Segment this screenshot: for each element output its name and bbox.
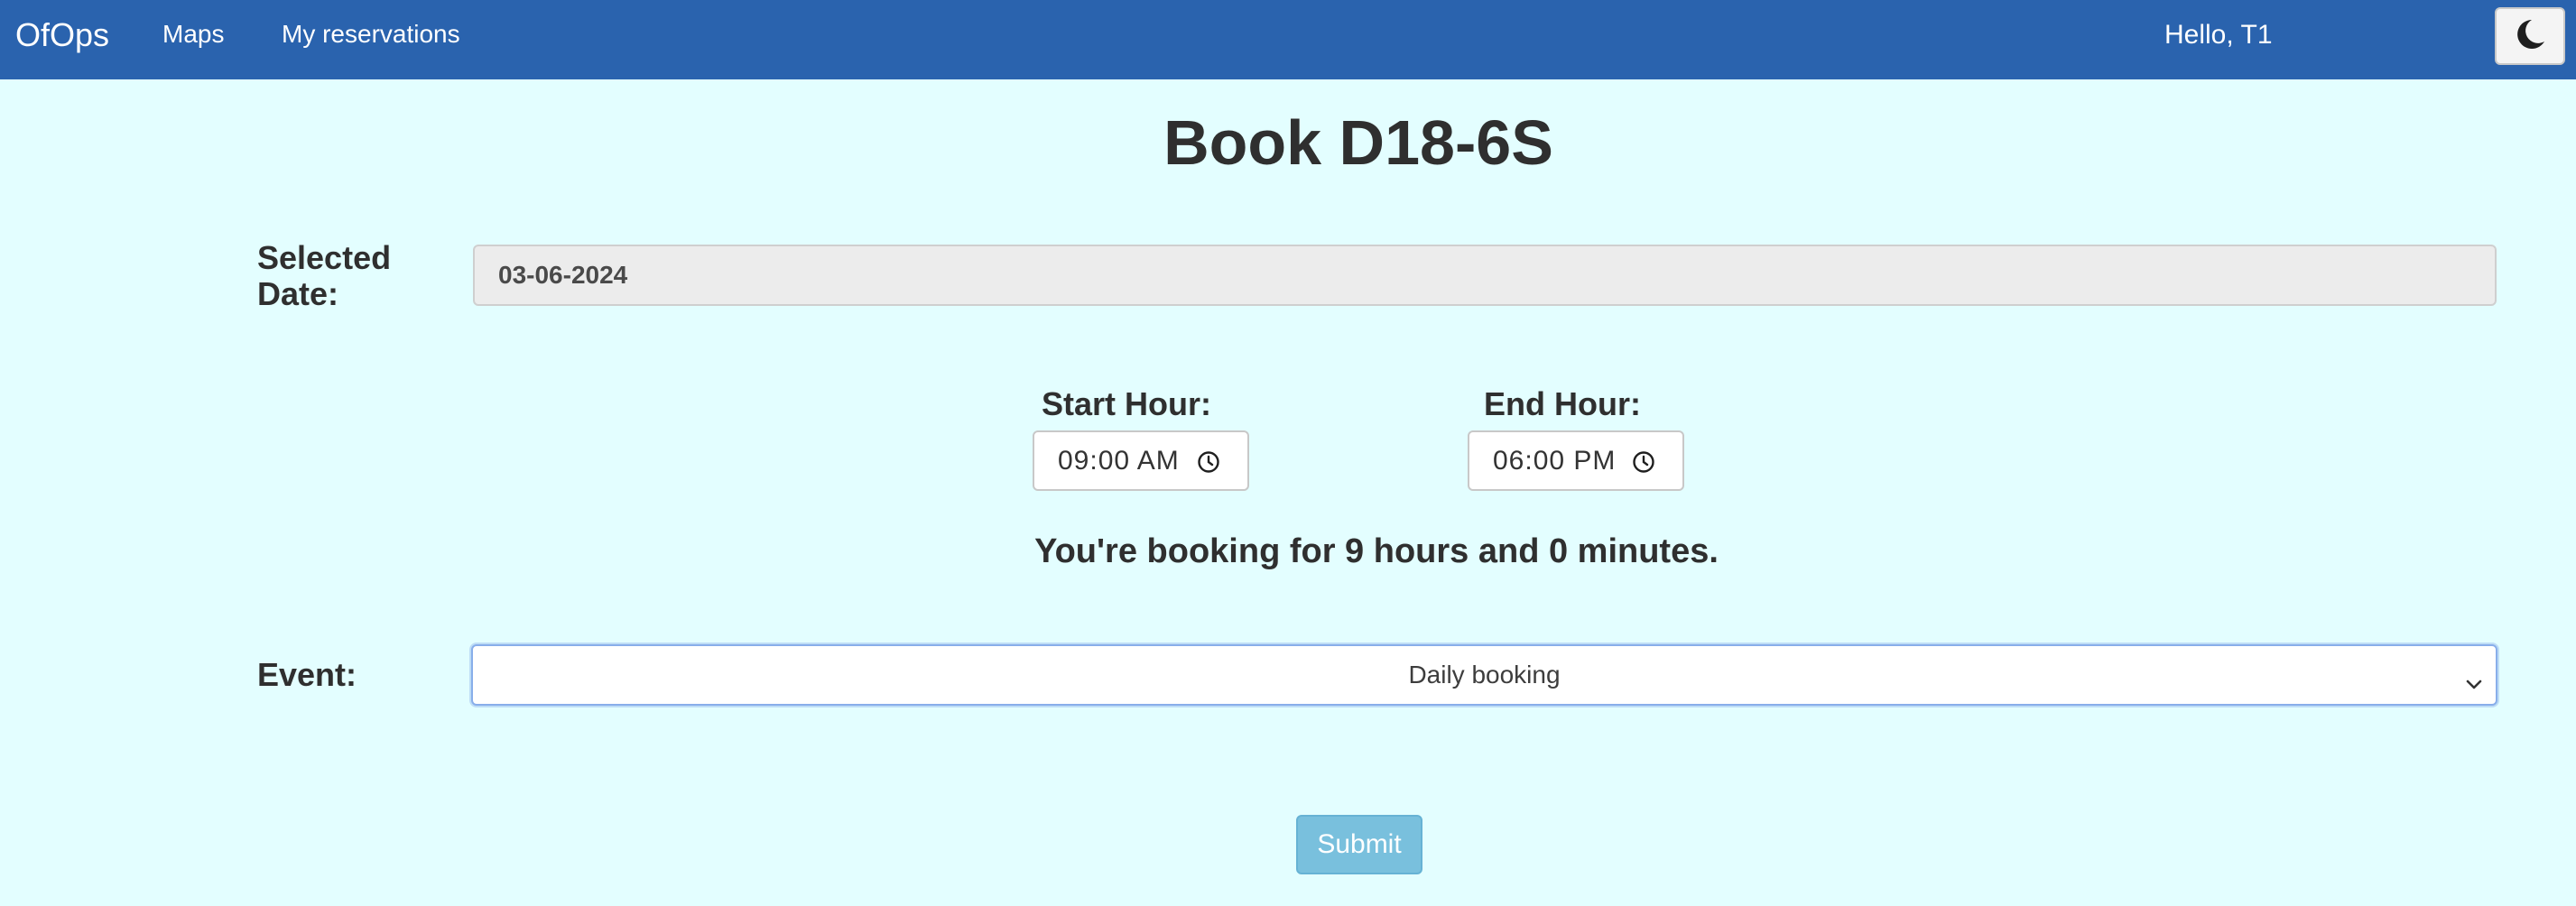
end-hour-value: 06:00 PM	[1493, 445, 1617, 476]
event-select[interactable]: Daily booking	[471, 644, 2497, 706]
page-title: Book D18-6S	[1163, 107, 1553, 178]
nav-link-my-reservations[interactable]: My reservations	[282, 20, 460, 49]
brand-link[interactable]: OfOps	[15, 16, 109, 54]
nav-link-maps[interactable]: Maps	[162, 20, 224, 49]
end-hour-label: End Hour:	[1484, 385, 1641, 422]
start-hour-value: 09:00 AM	[1058, 445, 1180, 476]
selected-date-label: Selected Date:	[257, 239, 392, 312]
moon-icon	[2512, 16, 2548, 57]
clock-icon[interactable]	[1197, 450, 1220, 481]
submit-button[interactable]: Submit	[1296, 815, 1422, 874]
start-hour-label: Start Hour:	[1042, 385, 1211, 422]
end-hour-input[interactable]: 06:00 PM	[1468, 430, 1684, 491]
start-hour-input[interactable]: 09:00 AM	[1033, 430, 1249, 491]
clock-icon[interactable]	[1632, 450, 1655, 481]
chevron-down-icon	[2465, 669, 2483, 698]
top-navbar: OfOps Maps My reservations Hello, T1	[0, 0, 2576, 79]
event-selected-value: Daily booking	[1408, 661, 1561, 689]
selected-date-field: 03-06-2024	[473, 245, 2497, 306]
user-greeting: Hello, T1	[2164, 20, 2273, 50]
theme-toggle-button[interactable]	[2495, 7, 2565, 65]
event-label: Event:	[257, 656, 357, 693]
booking-duration-text: You're booking for 9 hours and 0 minutes…	[1034, 532, 1719, 570]
